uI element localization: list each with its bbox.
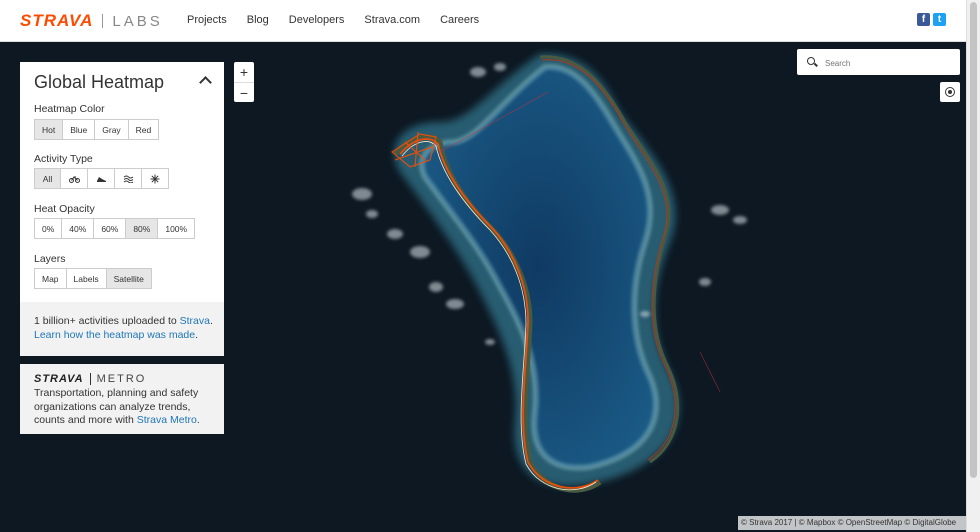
opacity-option-80[interactable]: 80% (125, 218, 159, 239)
page-scrollbar[interactable] (966, 0, 980, 532)
map-attribution: © Strava 2017 | © Mapbox © OpenStreetMap… (738, 516, 967, 530)
opacity-option-100[interactable]: 100% (157, 218, 196, 239)
color-option-gray[interactable]: Gray (94, 119, 129, 140)
period: . (196, 414, 200, 426)
activity-option-bike[interactable] (60, 168, 88, 189)
heatmap-info-link[interactable]: Learn how the heatmap was made (34, 329, 195, 341)
facebook-icon[interactable]: f (917, 13, 930, 26)
winter-icon (150, 174, 160, 183)
strava-metro-logo: STRAVA METRO (34, 373, 146, 385)
locate-me-button[interactable] (940, 82, 960, 102)
layer-option-labels[interactable]: Labels (65, 268, 107, 289)
zoom-out-button[interactable]: − (234, 83, 254, 103)
layer-option-satellite[interactable]: Satellite (105, 268, 152, 289)
color-option-hot[interactable]: Hot (34, 119, 64, 140)
heatmap-color-label: Heatmap Color (34, 103, 105, 115)
opacity-option-40[interactable]: 40% (61, 218, 95, 239)
panel-title: Global Heatmap (34, 72, 165, 92)
bike-icon (68, 175, 80, 183)
heatmap-color-group: Hot Blue Gray Red (34, 119, 160, 140)
heat-opacity-group: 0% 40% 60% 80% 100% (34, 218, 196, 239)
metro-description: Transportation, planning and safety orga… (34, 387, 214, 428)
logo-divider (102, 14, 104, 28)
layer-option-map[interactable]: Map (34, 268, 67, 289)
collapse-chevron-icon[interactable] (199, 76, 212, 89)
activity-option-winter[interactable] (141, 168, 169, 189)
activity-type-group: All (34, 168, 169, 189)
layers-group: Map Labels Satellite (34, 268, 152, 289)
opacity-option-0[interactable]: 0% (34, 218, 63, 239)
strava-link[interactable]: Strava (180, 315, 210, 327)
activity-type-label: Activity Type (34, 153, 93, 165)
nav-link-careers[interactable]: Careers (440, 14, 479, 26)
top-navigation-bar: STRAVA LABS Projects Blog Developers Str… (0, 0, 967, 42)
layers-label: Layers (34, 253, 66, 265)
panel-footer: 1 billion+ activities uploaded to Strava… (20, 302, 224, 356)
twitter-icon[interactable]: t (933, 13, 946, 26)
logo-brand: STRAVA (20, 11, 94, 30)
heat-opacity-label: Heat Opacity (34, 203, 95, 215)
activities-info: 1 billion+ activities uploaded to Strava… (34, 315, 219, 342)
activity-option-run[interactable] (87, 168, 115, 189)
color-option-blue[interactable]: Blue (62, 119, 96, 140)
metro-logo-brand: STRAVA (34, 373, 84, 385)
nav-link-projects[interactable]: Projects (187, 14, 227, 26)
strava-metro-link[interactable]: Strava Metro (137, 414, 197, 426)
scrollbar-thumb[interactable] (970, 2, 977, 478)
water-icon (123, 175, 133, 183)
search-input[interactable] (823, 53, 957, 73)
opacity-option-60[interactable]: 60% (93, 218, 127, 239)
nav-link-developers[interactable]: Developers (289, 14, 345, 26)
activity-option-all[interactable]: All (34, 168, 61, 189)
strava-metro-promo: STRAVA METRO Transportation, planning an… (20, 364, 224, 434)
locate-icon (945, 87, 955, 97)
activities-text: 1 billion+ activities uploaded to (34, 315, 180, 327)
map-search (797, 49, 960, 75)
search-icon (807, 57, 815, 65)
period: . (195, 328, 199, 341)
nav-link-strava[interactable]: Strava.com (364, 14, 420, 26)
zoom-in-button[interactable]: + (234, 62, 254, 83)
run-icon (96, 176, 106, 182)
period: . (210, 315, 213, 327)
color-option-red[interactable]: Red (127, 119, 160, 140)
strava-labs-logo[interactable]: STRAVA LABS (20, 11, 163, 30)
zoom-control: + − (234, 62, 254, 102)
activity-option-water[interactable] (114, 168, 142, 189)
heatmap-settings-panel: Global Heatmap Heatmap Color Hot Blue Gr… (20, 62, 224, 302)
metro-logo-product: METRO (96, 373, 147, 385)
social-links: f t (917, 13, 946, 26)
nav-link-blog[interactable]: Blog (247, 14, 269, 26)
logo-sub-brand: LABS (112, 12, 163, 30)
metro-logo-divider (89, 373, 91, 385)
main-nav: Projects Blog Developers Strava.com Care… (187, 14, 479, 26)
